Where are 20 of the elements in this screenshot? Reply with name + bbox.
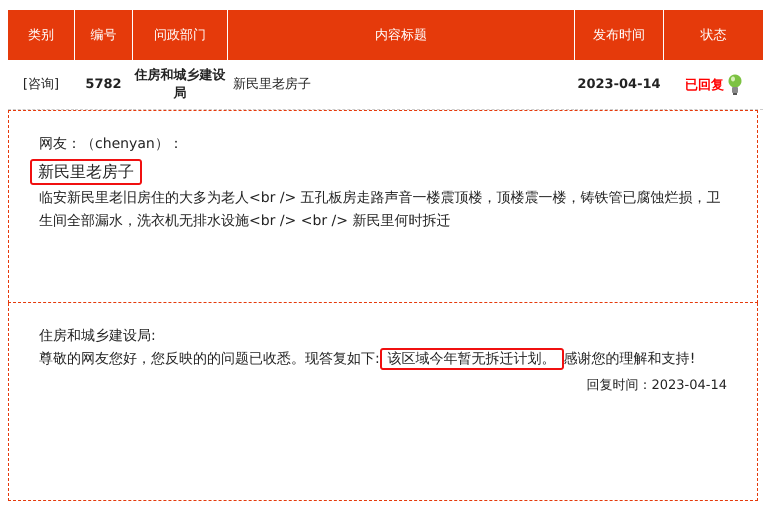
- status-text: 已回复: [685, 76, 724, 94]
- reply-text: 尊敬的网友您好，您反映的的问题已收悉。现答复如下:: [39, 351, 380, 367]
- question-body: 临安新民里老旧房住的大多为老人<br /> 五孔板房走路声音一楼震顶楼，顶楼震一楼，铸铁管已腐蚀烂损，卫生间全部漏水，洗衣机无排水设施<br /> <br /> 新民里何时拆迁: [39, 189, 722, 231]
- column-header: 类别: [8, 10, 74, 60]
- highlighted-text: 该区域今年暂无拆迁计划。: [380, 348, 564, 370]
- column-header: 编号: [75, 10, 132, 60]
- table-cell-text: 住房和城乡建设局: [133, 66, 226, 102]
- column-header: 内容标题: [228, 10, 574, 60]
- table-cell: [咨询]: [22, 76, 60, 94]
- table-cell: 5782: [85, 76, 122, 94]
- reply-text: 感谢您的理解和支持!: [564, 351, 696, 367]
- author-label: 网友：（chenyan）：: [39, 135, 184, 154]
- column-header: 状态: [664, 10, 763, 60]
- reply-department: 住房和城乡建设局:: [39, 327, 157, 346]
- title-link[interactable]: 新民里老房子: [233, 76, 311, 94]
- table-cell: 2023-04-14: [577, 76, 661, 94]
- question-title: 新民里老房子: [30, 159, 142, 185]
- column-header: 问政部门: [133, 10, 227, 60]
- reply-time: 回复时间：2023-04-14: [585, 377, 727, 394]
- column-header: 发布时间: [575, 10, 663, 60]
